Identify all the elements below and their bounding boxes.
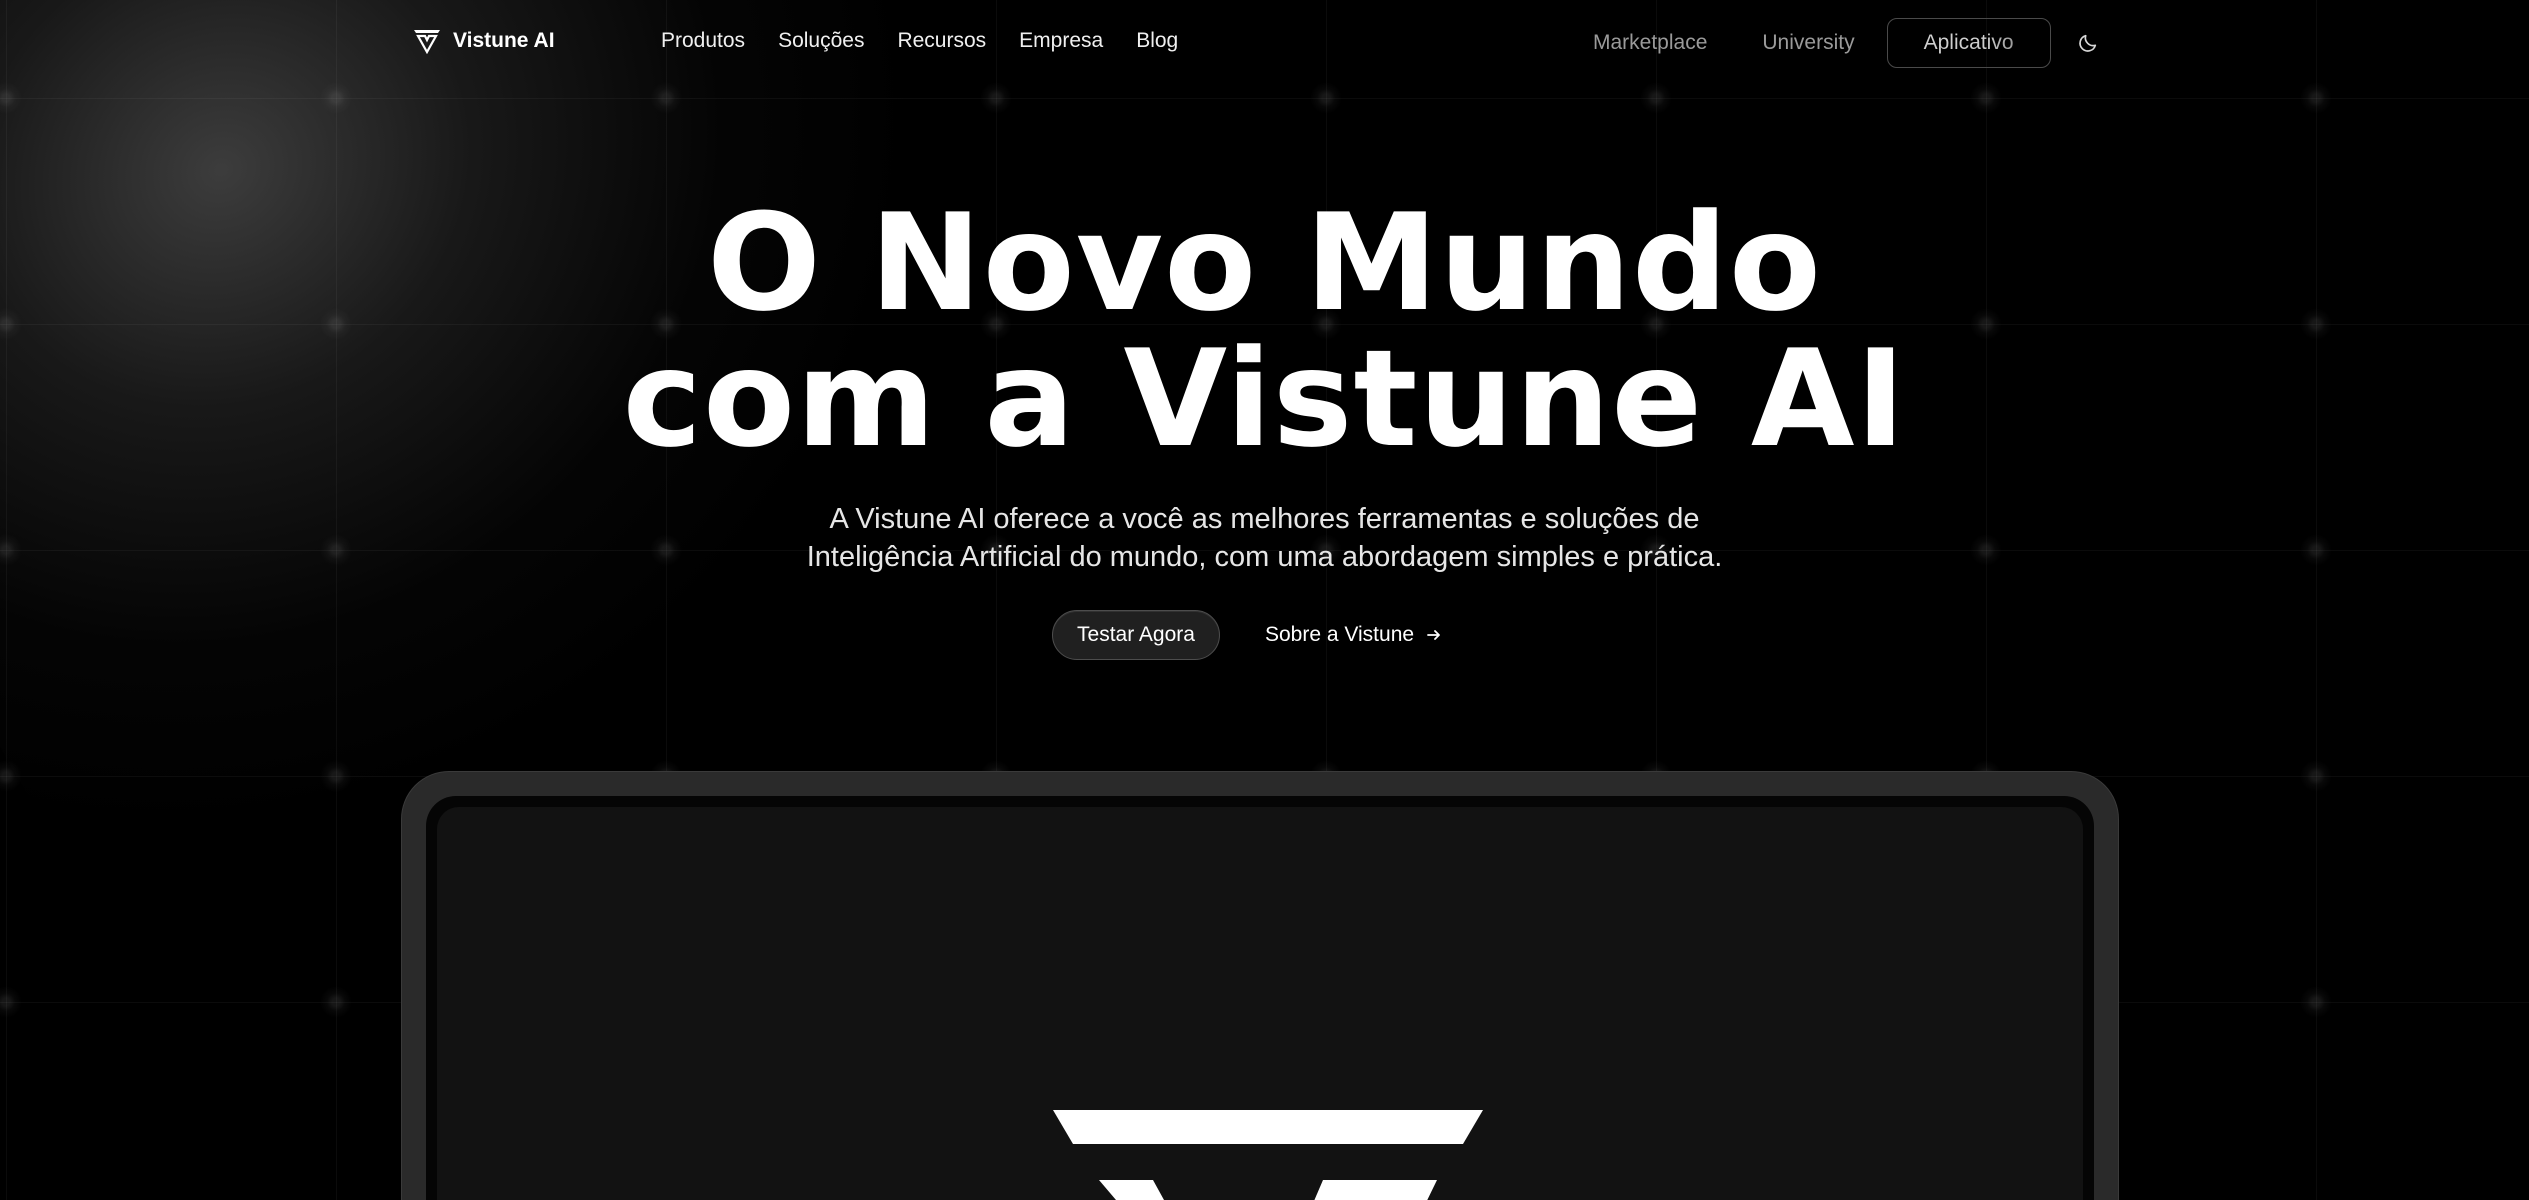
arrow-right-icon	[1427, 630, 1440, 640]
vistune-logo-large-icon	[1053, 1110, 1483, 1200]
hero-subtitle: A Vistune AI oferece a você as melhores …	[0, 500, 2529, 576]
hero-title-line-1: O Novo Mundo	[707, 185, 1822, 341]
about-vistune-label: Sobre a Vistune	[1265, 623, 1415, 646]
nav-link-blog[interactable]: Blog	[1136, 29, 1178, 53]
hero-title-line-2: com a Vistune AI	[622, 321, 1907, 477]
nav-right-group: Marketplace University Aplicativo	[1593, 18, 2101, 68]
device-preview-frame	[401, 771, 2119, 1200]
app-button[interactable]: Aplicativo	[1886, 18, 2051, 68]
hero-subtitle-line-2: Inteligência Artificial do mundo, com um…	[806, 541, 1723, 573]
university-link[interactable]: University	[1762, 31, 1854, 55]
brand-name: Vistune AI	[453, 29, 555, 52]
brand[interactable]: Vistune AI	[413, 28, 555, 54]
nav-link-empresa[interactable]: Empresa	[1019, 29, 1103, 53]
hero-cta-row: Testar Agora Sobre a Vistune	[1052, 610, 1442, 660]
nav-link-produtos[interactable]: Produtos	[661, 29, 745, 53]
top-navbar: Vistune AI Produtos Soluções Recursos Em…	[0, 0, 2529, 84]
hero-title: O Novo Mundo com a Vistune AI	[0, 195, 2529, 467]
nav-link-solucoes[interactable]: Soluções	[778, 29, 864, 53]
about-vistune-link[interactable]: Sobre a Vistune	[1265, 623, 1442, 647]
moon-icon	[2078, 34, 2096, 52]
device-bezel	[426, 796, 2094, 1200]
hero-subtitle-line-1: A Vistune AI oferece a você as melhores …	[829, 503, 1700, 535]
try-now-button[interactable]: Testar Agora	[1052, 610, 1220, 660]
theme-toggle-button[interactable]	[2075, 30, 2101, 56]
marketplace-link[interactable]: Marketplace	[1593, 31, 1707, 55]
nav-link-recursos[interactable]: Recursos	[897, 29, 986, 53]
vistune-logo-icon	[414, 30, 440, 54]
device-screen	[437, 807, 2083, 1200]
main-nav: Produtos Soluções Recursos Empresa Blog	[661, 29, 1178, 53]
